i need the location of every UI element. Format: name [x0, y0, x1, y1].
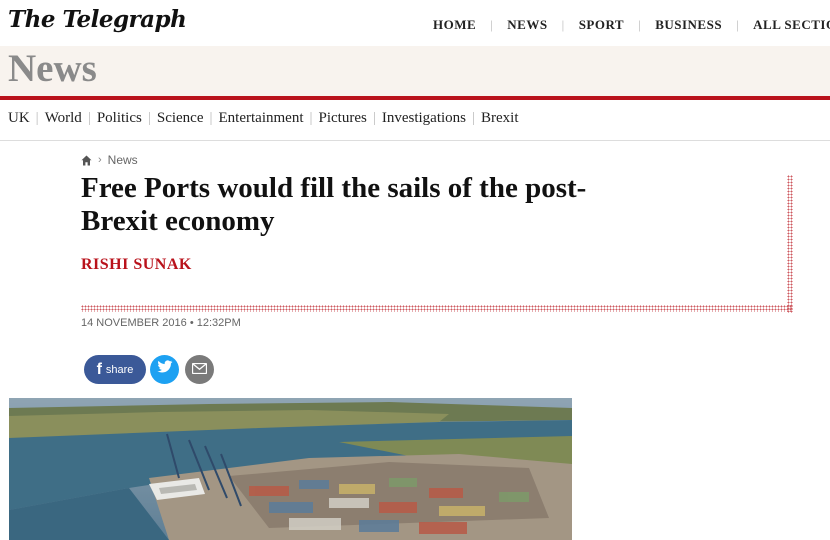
nav-all-sections[interactable]: ALL SECTION: [753, 17, 830, 32]
nav-news[interactable]: NEWS: [507, 17, 547, 32]
nav-separator: |: [561, 17, 565, 32]
subnav-item-politics[interactable]: Politics: [97, 110, 142, 126]
subnav-separator: |: [309, 110, 313, 126]
nav-sport[interactable]: SPORT: [579, 17, 624, 32]
subnav-separator: |: [372, 110, 376, 126]
facebook-share-button[interactable]: f share: [84, 355, 146, 384]
article-author[interactable]: RISHI SUNAK: [81, 256, 192, 274]
section-banner: News: [0, 46, 830, 96]
facebook-icon: f: [96, 360, 102, 378]
twitter-share-button[interactable]: [150, 355, 179, 384]
chevron-right-icon: ›: [98, 154, 102, 166]
subnav-separator: |: [209, 110, 213, 126]
home-icon[interactable]: [81, 155, 92, 166]
subnav-item-investigations[interactable]: Investigations: [382, 110, 466, 126]
email-share-button[interactable]: [185, 355, 214, 384]
subnav-separator: |: [87, 110, 91, 126]
nav-separator: |: [490, 17, 494, 32]
email-icon: [191, 361, 208, 379]
breadcrumb: › News: [81, 153, 138, 167]
nav-separator: |: [638, 17, 642, 32]
article-headline: Free Ports would fill the sails of the p…: [81, 172, 587, 237]
nav-separator: |: [736, 17, 740, 32]
subnav-item-uk[interactable]: UK: [8, 110, 30, 126]
subnav-separator: |: [35, 110, 39, 126]
nav-home[interactable]: HOME: [433, 17, 476, 32]
top-bar: The Telegraph HOME | NEWS | SPORT | BUSINESS | A…: [0, 0, 830, 46]
dotted-frame-right: [787, 175, 793, 313]
dotted-frame-bottom: [81, 305, 793, 312]
subnav-divider: [0, 140, 830, 141]
nav-business[interactable]: BUSINESS: [655, 17, 722, 32]
section-divider: [0, 96, 830, 100]
subnav-separator: |: [147, 110, 151, 126]
top-nav: HOME | NEWS | SPORT | BUSINESS | ALL SECTION: [433, 17, 830, 33]
subnav-item-world[interactable]: World: [45, 110, 82, 126]
article-hero-image: [9, 398, 572, 540]
section-title[interactable]: News: [8, 46, 97, 91]
subnav-item-science[interactable]: Science: [157, 110, 204, 126]
subnav-item-pictures[interactable]: Pictures: [319, 110, 367, 126]
article-dateline: 14 NOVEMBER 2016 • 12:32PM: [81, 317, 241, 329]
twitter-icon: [156, 360, 173, 379]
subnav-separator: |: [472, 110, 476, 126]
site-logo[interactable]: The Telegraph: [8, 6, 187, 33]
section-subnav: UK | World | Politics | Science | Entertainment |…: [8, 110, 519, 127]
subnav-item-entertainment[interactable]: Entertainment: [219, 110, 304, 126]
subnav-item-brexit[interactable]: Brexit: [481, 110, 519, 126]
share-label: share: [105, 363, 134, 376]
breadcrumb-news[interactable]: News: [108, 153, 138, 167]
